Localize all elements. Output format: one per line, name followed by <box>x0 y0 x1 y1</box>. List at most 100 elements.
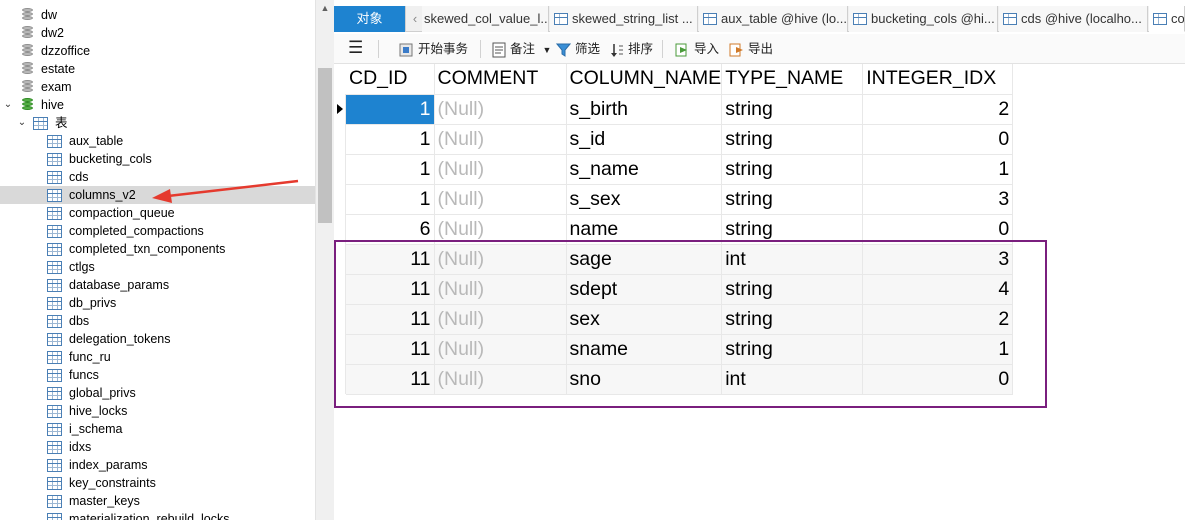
table-cell[interactable]: sdept <box>566 274 723 305</box>
table-row[interactable]: 11 (Null) sage int 3 <box>346 244 1014 275</box>
table-cell[interactable]: 0 <box>862 214 1014 245</box>
table-cell[interactable]: s_sex <box>566 184 723 215</box>
tree-item-table[interactable]: index_params <box>0 456 315 474</box>
tree-item-table[interactable]: hive_locks <box>0 402 315 420</box>
filter-button[interactable]: 筛选 <box>556 39 600 59</box>
tree-item-table[interactable]: columns_v2 <box>0 186 315 204</box>
column-header-column-name[interactable]: COLUMN_NAME <box>566 64 723 95</box>
tree-item-table[interactable]: key_constraints <box>0 474 315 492</box>
table-cell[interactable]: 1 <box>862 154 1014 185</box>
begin-transaction-button[interactable]: 开始事务 <box>398 39 468 59</box>
tree-item-database[interactable]: estate <box>0 60 315 78</box>
tree-item-table[interactable]: idxs <box>0 438 315 456</box>
table-cell[interactable]: sname <box>566 334 723 365</box>
memo-button[interactable]: 备注 ▼ <box>492 39 551 59</box>
tab-skewed-col-value[interactable]: skewed_col_value_l... <box>422 6 549 32</box>
table-cell[interactable]: string <box>721 184 864 215</box>
tab-objects[interactable]: 对象 <box>334 6 406 32</box>
tree-item-table[interactable]: dbs <box>0 312 315 330</box>
table-cell[interactable]: string <box>721 124 864 155</box>
table-cell[interactable]: sage <box>566 244 723 275</box>
tree-item-tables-folder[interactable]: ⌄ 表 <box>0 114 315 132</box>
table-cell[interactable]: 3 <box>862 184 1014 215</box>
table-cell[interactable]: 2 <box>862 304 1014 335</box>
table-cell[interactable]: 6 <box>346 214 435 245</box>
table-cell[interactable]: 11 <box>346 364 435 395</box>
table-row[interactable]: 11 (Null) sex string 2 <box>346 304 1014 335</box>
chevron-down-icon[interactable]: ⌄ <box>17 114 27 132</box>
table-cell[interactable]: 2 <box>862 94 1014 125</box>
sort-button[interactable]: 排序 <box>610 39 653 59</box>
tab-cds[interactable]: cds @hive (localho... <box>999 6 1148 32</box>
table-cell[interactable]: 1 <box>346 124 435 155</box>
table-cell[interactable]: int <box>721 244 864 275</box>
table-cell[interactable]: (Null) <box>434 244 567 275</box>
tree-item-database[interactable]: dw <box>0 6 315 24</box>
scroll-up-arrow-icon[interactable]: ▲ <box>316 0 334 17</box>
tab-aux-table[interactable]: aux_table @hive (lo... <box>699 6 848 32</box>
table-cell[interactable]: (Null) <box>434 124 567 155</box>
table-cell[interactable]: (Null) <box>434 364 567 395</box>
column-header-type-name[interactable]: TYPE_NAME <box>721 64 864 95</box>
tree-item-table[interactable]: completed_compactions <box>0 222 315 240</box>
tree-item-table[interactable]: completed_txn_components <box>0 240 315 258</box>
tree-item-table[interactable]: db_privs <box>0 294 315 312</box>
table-cell[interactable]: int <box>721 364 864 395</box>
tree-item-table[interactable]: delegation_tokens <box>0 330 315 348</box>
tree-item-database-hive[interactable]: ⌄ hive <box>0 96 315 114</box>
table-cell[interactable]: 3 <box>862 244 1014 275</box>
table-cell[interactable]: (Null) <box>434 304 567 335</box>
table-row[interactable]: 11 (Null) sdept string 4 <box>346 274 1014 305</box>
table-cell[interactable]: string <box>721 94 864 125</box>
table-cell[interactable]: string <box>721 154 864 185</box>
tree-scrollbar[interactable]: ▲ <box>315 0 334 520</box>
tree-item-table[interactable]: bucketing_cols <box>0 150 315 168</box>
table-cell[interactable]: name <box>566 214 723 245</box>
tree-item-table[interactable]: global_privs <box>0 384 315 402</box>
table-cell[interactable]: 1 <box>346 154 435 185</box>
table-cell[interactable]: (Null) <box>434 334 567 365</box>
tree-item-table[interactable]: func_ru <box>0 348 315 366</box>
table-row[interactable]: 1 (Null) s_sex string 3 <box>346 184 1014 215</box>
menu-icon[interactable]: ☰ <box>348 39 363 59</box>
tab-skewed-string-list[interactable]: skewed_string_list ... <box>550 6 698 32</box>
table-row[interactable]: 1 (Null) s_name string 1 <box>346 154 1014 185</box>
table-row[interactable]: 6 (Null) name string 0 <box>346 214 1014 245</box>
tab-scroll-left-icon[interactable]: ‹ <box>408 6 422 32</box>
chevron-down-icon[interactable]: ▼ <box>543 45 552 55</box>
table-cell[interactable]: sno <box>566 364 723 395</box>
tree-item-table[interactable]: aux_table <box>0 132 315 150</box>
table-cell[interactable]: 0 <box>862 124 1014 155</box>
table-cell[interactable]: 4 <box>862 274 1014 305</box>
table-cell[interactable]: 1 <box>862 334 1014 365</box>
column-header-comment[interactable]: COMMENT <box>434 64 567 95</box>
import-button[interactable]: 导入 <box>674 39 719 59</box>
tree-item-database[interactable]: exam <box>0 78 315 96</box>
table-cell[interactable]: 11 <box>346 304 435 335</box>
table-cell[interactable]: string <box>721 214 864 245</box>
tab-bucketing-cols[interactable]: bucketing_cols @hi... <box>849 6 998 32</box>
table-cell[interactable]: (Null) <box>434 214 567 245</box>
tree-item-table[interactable]: materialization_rebuild_locks <box>0 510 315 520</box>
table-cell[interactable]: s_name <box>566 154 723 185</box>
table-cell[interactable]: (Null) <box>434 94 567 125</box>
table-cell[interactable]: 11 <box>346 334 435 365</box>
table-cell[interactable]: 1 <box>346 94 435 125</box>
tree-item-table[interactable]: database_params <box>0 276 315 294</box>
tree-item-table[interactable]: master_keys <box>0 492 315 510</box>
table-cell[interactable]: string <box>721 304 864 335</box>
table-cell[interactable]: 1 <box>346 184 435 215</box>
table-cell[interactable]: (Null) <box>434 154 567 185</box>
table-cell[interactable]: (Null) <box>434 274 567 305</box>
scrollbar-thumb[interactable] <box>318 68 332 223</box>
tree-item-table[interactable]: ctlgs <box>0 258 315 276</box>
tree-item-database[interactable]: dzzoffice <box>0 42 315 60</box>
table-cell[interactable]: 11 <box>346 274 435 305</box>
tab-columns-v2[interactable]: co <box>1149 6 1185 32</box>
tree-item-table[interactable]: funcs <box>0 366 315 384</box>
table-cell[interactable]: s_id <box>566 124 723 155</box>
tree-item-table[interactable]: i_schema <box>0 420 315 438</box>
tree-item-table[interactable]: cds <box>0 168 315 186</box>
column-header-cd-id[interactable]: CD_ID <box>346 64 435 95</box>
export-button[interactable]: 导出 <box>728 39 773 59</box>
